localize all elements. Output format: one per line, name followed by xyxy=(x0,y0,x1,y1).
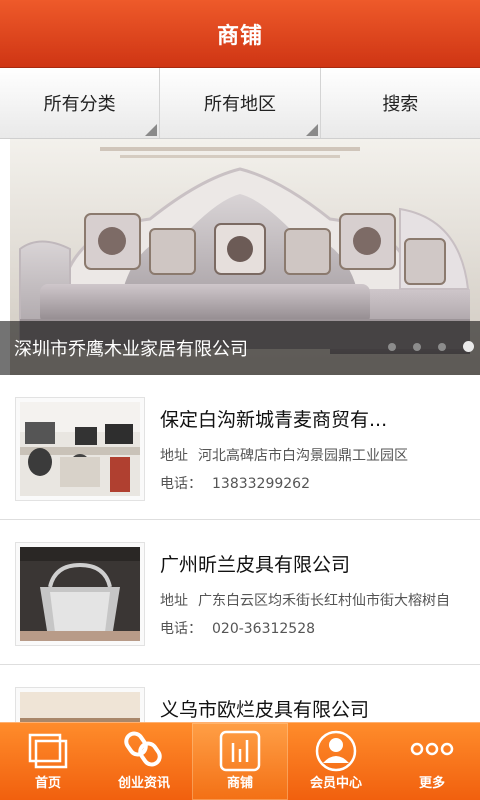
address-label: 地址 xyxy=(160,593,188,609)
nav-more[interactable]: 更多 xyxy=(384,723,480,800)
banner-dot[interactable] xyxy=(438,342,446,351)
address-value: 河北高碑店市白沟景园鼎工业园区 xyxy=(198,448,408,464)
banner-caption: 深圳市乔鹰木业家居有限公司 xyxy=(14,339,248,360)
nav-news[interactable]: 创业资讯 xyxy=(96,723,192,800)
shop-phone: 电话： 020-36312528 xyxy=(160,618,315,638)
shop-phone: 电话： 13833299262 xyxy=(160,473,310,493)
nav-member-label: 会员中心 xyxy=(309,776,362,791)
list-item[interactable]: 广州昕兰皮具有限公司 地址 广东白云区均禾街长红村仙市街大榕树自 电话： 020-3… xyxy=(0,520,480,665)
phone-value[interactable]: 020-36312528 xyxy=(212,621,315,637)
nav-more-label: 更多 xyxy=(418,776,445,791)
user-icon xyxy=(315,730,357,772)
phone-label: 电话： xyxy=(160,621,202,637)
shop-name: 保定白沟新城青麦商贸有... xyxy=(160,409,388,431)
app-header: 商铺 xyxy=(0,0,480,68)
banner-dot[interactable] xyxy=(388,342,396,351)
nav-home[interactable]: 首页 xyxy=(0,723,96,800)
list-item[interactable]: 保定白沟新城青麦商贸有... 地址 河北高碑店市白沟景园鼎工业园区 电话： 1383… xyxy=(0,375,480,520)
search-label: 搜索 xyxy=(382,94,419,115)
phone-label: 电话： xyxy=(160,476,202,492)
office-photo xyxy=(20,402,140,496)
filter-region-button[interactable]: 所有地区 xyxy=(160,68,321,138)
address-label: 地址 xyxy=(160,448,188,464)
filter-bar: 所有分类 所有地区 搜索 xyxy=(0,68,480,139)
filter-category-button[interactable]: 所有分类 xyxy=(0,68,161,138)
nav-shops[interactable]: 商铺 xyxy=(192,723,288,800)
page-title: 商铺 xyxy=(216,23,263,49)
shop-thumbnail xyxy=(15,397,145,501)
handbag-photo xyxy=(20,547,140,641)
shop-address: 地址 广东白云区均禾街长红村仙市街大榕树自 xyxy=(160,590,472,610)
more-icon xyxy=(410,742,454,756)
link-icon xyxy=(124,731,162,767)
home-icon xyxy=(28,733,68,769)
nav-member[interactable]: 会员中心 xyxy=(288,723,384,800)
address-value: 广东白云区均禾街长红村仙市街大榕树自 xyxy=(198,593,450,609)
dropdown-corner-icon xyxy=(145,124,158,136)
shop-name: 广州昕兰皮具有限公司 xyxy=(160,554,351,576)
banner-dot[interactable] xyxy=(413,342,421,351)
shop-thumbnail xyxy=(15,542,145,646)
nav-news-label: 创业资讯 xyxy=(117,776,170,791)
filter-region-label: 所有地区 xyxy=(203,94,276,115)
banner-pagination xyxy=(388,341,474,352)
phone-value[interactable]: 13833299262 xyxy=(212,476,310,492)
shop-name: 义乌市欧烂皮具有限公司 xyxy=(160,699,370,721)
nav-home-label: 首页 xyxy=(34,776,61,791)
banner-dot-active[interactable] xyxy=(463,341,474,352)
nav-shops-label: 商铺 xyxy=(226,776,253,791)
dropdown-corner-icon xyxy=(305,124,318,136)
shop-address: 地址 河北高碑店市白沟景园鼎工业园区 xyxy=(160,445,472,465)
filter-category-label: 所有分类 xyxy=(43,94,116,115)
banner-slider[interactable]: 深圳市乔鹰木业家居有限公司 xyxy=(0,139,480,375)
search-button[interactable]: 搜索 xyxy=(321,68,480,138)
bottom-nav: 首页 创业资讯 商铺 会员中心 更多 xyxy=(0,722,480,800)
chart-icon xyxy=(219,730,261,772)
